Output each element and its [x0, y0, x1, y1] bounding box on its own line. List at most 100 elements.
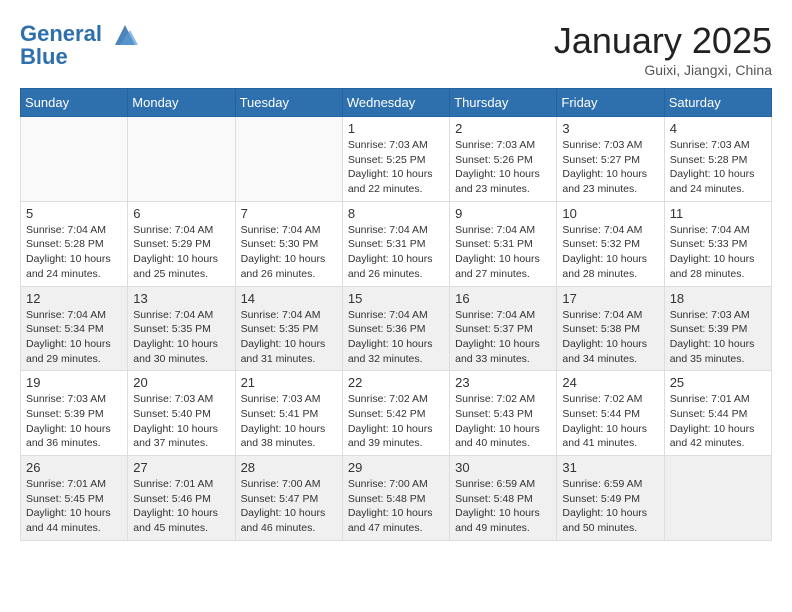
day-number: 19: [26, 375, 122, 390]
day-number: 25: [670, 375, 766, 390]
calendar-day-cell: 28 Sunrise: 7:00 AM Sunset: 5:47 PM Dayli…: [235, 456, 342, 541]
day-number: 11: [670, 206, 766, 221]
day-number: 7: [241, 206, 337, 221]
day-number: 26: [26, 460, 122, 475]
weekday-header-cell: Tuesday: [235, 89, 342, 117]
day-info: Sunrise: 7:04 AM Sunset: 5:29 PM Dayligh…: [133, 223, 229, 282]
day-info: Sunrise: 7:02 AM Sunset: 5:44 PM Dayligh…: [562, 392, 658, 451]
calendar-day-cell: 8 Sunrise: 7:04 AM Sunset: 5:31 PM Daylig…: [342, 201, 449, 286]
weekday-header-cell: Monday: [128, 89, 235, 117]
day-number: 28: [241, 460, 337, 475]
calendar-week-row: 19Sunrise: 7:03 AM Sunset: 5:39 PM Dayli…: [21, 371, 772, 456]
day-info: Sunrise: 7:01 AM Sunset: 5:46 PM Dayligh…: [133, 477, 229, 536]
day-info: Sunrise: 7:04 AM Sunset: 5:36 PM Dayligh…: [348, 308, 444, 367]
day-info: Sunrise: 6:59 AM Sunset: 5:49 PM Dayligh…: [562, 477, 658, 536]
day-info: Sunrise: 7:03 AM Sunset: 5:25 PM Dayligh…: [348, 138, 444, 197]
calendar-day-cell: 16 Sunrise: 7:04 AM Sunset: 5:37 PM Dayli…: [450, 286, 557, 371]
day-number: 8: [348, 206, 444, 221]
day-number: 30: [455, 460, 551, 475]
day-info: Sunrise: 7:03 AM Sunset: 5:39 PM Dayligh…: [670, 308, 766, 367]
calendar-day-cell: 2 Sunrise: 7:03 AM Sunset: 5:26 PM Daylig…: [450, 117, 557, 202]
calendar-day-cell: 15Sunrise: 7:04 AM Sunset: 5:36 PM Dayli…: [342, 286, 449, 371]
day-number: 6: [133, 206, 229, 221]
day-info: Sunrise: 7:01 AM Sunset: 5:44 PM Dayligh…: [670, 392, 766, 451]
day-number: 18: [670, 291, 766, 306]
month-title: January 2025: [554, 20, 772, 62]
day-number: 20: [133, 375, 229, 390]
calendar-day-cell: 17Sunrise: 7:04 AM Sunset: 5:38 PM Dayli…: [557, 286, 664, 371]
calendar: SundayMondayTuesdayWednesdayThursdayFrid…: [20, 88, 772, 541]
calendar-day-cell: [235, 117, 342, 202]
day-number: 13: [133, 291, 229, 306]
calendar-body: 1Sunrise: 7:03 AM Sunset: 5:25 PM Daylig…: [21, 117, 772, 541]
day-info: Sunrise: 7:04 AM Sunset: 5:37 PM Dayligh…: [455, 308, 551, 367]
calendar-week-row: 5 Sunrise: 7:04 AM Sunset: 5:28 PM Daylig…: [21, 201, 772, 286]
logo-icon: [110, 20, 140, 50]
calendar-day-cell: 11 Sunrise: 7:04 AM Sunset: 5:33 PM Dayli…: [664, 201, 771, 286]
calendar-week-row: 26 Sunrise: 7:01 AM Sunset: 5:45 PM Dayli…: [21, 456, 772, 541]
day-info: Sunrise: 6:59 AM Sunset: 5:48 PM Dayligh…: [455, 477, 551, 536]
calendar-week-row: 12 Sunrise: 7:04 AM Sunset: 5:34 PM Dayli…: [21, 286, 772, 371]
calendar-day-cell: 9Sunrise: 7:04 AM Sunset: 5:31 PM Daylig…: [450, 201, 557, 286]
day-info: Sunrise: 7:03 AM Sunset: 5:26 PM Dayligh…: [455, 138, 551, 197]
calendar-day-cell: 29 Sunrise: 7:00 AM Sunset: 5:48 PM Dayli…: [342, 456, 449, 541]
day-info: Sunrise: 7:04 AM Sunset: 5:31 PM Dayligh…: [348, 223, 444, 282]
calendar-day-cell: 22 Sunrise: 7:02 AM Sunset: 5:42 PM Dayli…: [342, 371, 449, 456]
calendar-day-cell: 30 Sunrise: 6:59 AM Sunset: 5:48 PM Dayli…: [450, 456, 557, 541]
day-number: 10: [562, 206, 658, 221]
weekday-header-row: SundayMondayTuesdayWednesdayThursdayFrid…: [21, 89, 772, 117]
calendar-day-cell: 27 Sunrise: 7:01 AM Sunset: 5:46 PM Dayli…: [128, 456, 235, 541]
day-number: 31: [562, 460, 658, 475]
weekday-header-cell: Wednesday: [342, 89, 449, 117]
calendar-day-cell: 5 Sunrise: 7:04 AM Sunset: 5:28 PM Daylig…: [21, 201, 128, 286]
day-info: Sunrise: 7:04 AM Sunset: 5:34 PM Dayligh…: [26, 308, 122, 367]
calendar-day-cell: 6 Sunrise: 7:04 AM Sunset: 5:29 PM Daylig…: [128, 201, 235, 286]
weekday-header-cell: Friday: [557, 89, 664, 117]
calendar-day-cell: 14 Sunrise: 7:04 AM Sunset: 5:35 PM Dayli…: [235, 286, 342, 371]
day-number: 23: [455, 375, 551, 390]
day-number: 16: [455, 291, 551, 306]
day-info: Sunrise: 7:00 AM Sunset: 5:47 PM Dayligh…: [241, 477, 337, 536]
calendar-day-cell: 1Sunrise: 7:03 AM Sunset: 5:25 PM Daylig…: [342, 117, 449, 202]
weekday-header-cell: Saturday: [664, 89, 771, 117]
calendar-day-cell: 21 Sunrise: 7:03 AM Sunset: 5:41 PM Dayli…: [235, 371, 342, 456]
calendar-day-cell: 24 Sunrise: 7:02 AM Sunset: 5:44 PM Dayli…: [557, 371, 664, 456]
calendar-day-cell: 12 Sunrise: 7:04 AM Sunset: 5:34 PM Dayli…: [21, 286, 128, 371]
day-info: Sunrise: 7:03 AM Sunset: 5:41 PM Dayligh…: [241, 392, 337, 451]
day-number: 29: [348, 460, 444, 475]
day-info: Sunrise: 7:04 AM Sunset: 5:32 PM Dayligh…: [562, 223, 658, 282]
day-number: 9: [455, 206, 551, 221]
day-number: 12: [26, 291, 122, 306]
day-info: Sunrise: 7:01 AM Sunset: 5:45 PM Dayligh…: [26, 477, 122, 536]
calendar-day-cell: 25 Sunrise: 7:01 AM Sunset: 5:44 PM Dayli…: [664, 371, 771, 456]
calendar-day-cell: [21, 117, 128, 202]
calendar-day-cell: 18 Sunrise: 7:03 AM Sunset: 5:39 PM Dayli…: [664, 286, 771, 371]
weekday-header-cell: Sunday: [21, 89, 128, 117]
calendar-day-cell: 4Sunrise: 7:03 AM Sunset: 5:28 PM Daylig…: [664, 117, 771, 202]
page-header: General Blue January 2025 Guixi, Jiangxi…: [20, 20, 772, 78]
day-info: Sunrise: 7:03 AM Sunset: 5:28 PM Dayligh…: [670, 138, 766, 197]
day-info: Sunrise: 7:04 AM Sunset: 5:28 PM Dayligh…: [26, 223, 122, 282]
day-info: Sunrise: 7:04 AM Sunset: 5:33 PM Dayligh…: [670, 223, 766, 282]
calendar-day-cell: [664, 456, 771, 541]
day-number: 21: [241, 375, 337, 390]
logo: General Blue: [20, 20, 140, 70]
calendar-day-cell: 20Sunrise: 7:03 AM Sunset: 5:40 PM Dayli…: [128, 371, 235, 456]
day-number: 27: [133, 460, 229, 475]
location: Guixi, Jiangxi, China: [554, 62, 772, 78]
day-number: 22: [348, 375, 444, 390]
day-info: Sunrise: 7:02 AM Sunset: 5:43 PM Dayligh…: [455, 392, 551, 451]
day-number: 24: [562, 375, 658, 390]
day-info: Sunrise: 7:02 AM Sunset: 5:42 PM Dayligh…: [348, 392, 444, 451]
weekday-header-cell: Thursday: [450, 89, 557, 117]
calendar-day-cell: 26 Sunrise: 7:01 AM Sunset: 5:45 PM Dayli…: [21, 456, 128, 541]
calendar-day-cell: 3Sunrise: 7:03 AM Sunset: 5:27 PM Daylig…: [557, 117, 664, 202]
day-number: 14: [241, 291, 337, 306]
day-number: 5: [26, 206, 122, 221]
day-info: Sunrise: 7:00 AM Sunset: 5:48 PM Dayligh…: [348, 477, 444, 536]
day-info: Sunrise: 7:04 AM Sunset: 5:35 PM Dayligh…: [241, 308, 337, 367]
day-number: 2: [455, 121, 551, 136]
calendar-day-cell: 23 Sunrise: 7:02 AM Sunset: 5:43 PM Dayli…: [450, 371, 557, 456]
calendar-day-cell: [128, 117, 235, 202]
day-info: Sunrise: 7:03 AM Sunset: 5:27 PM Dayligh…: [562, 138, 658, 197]
